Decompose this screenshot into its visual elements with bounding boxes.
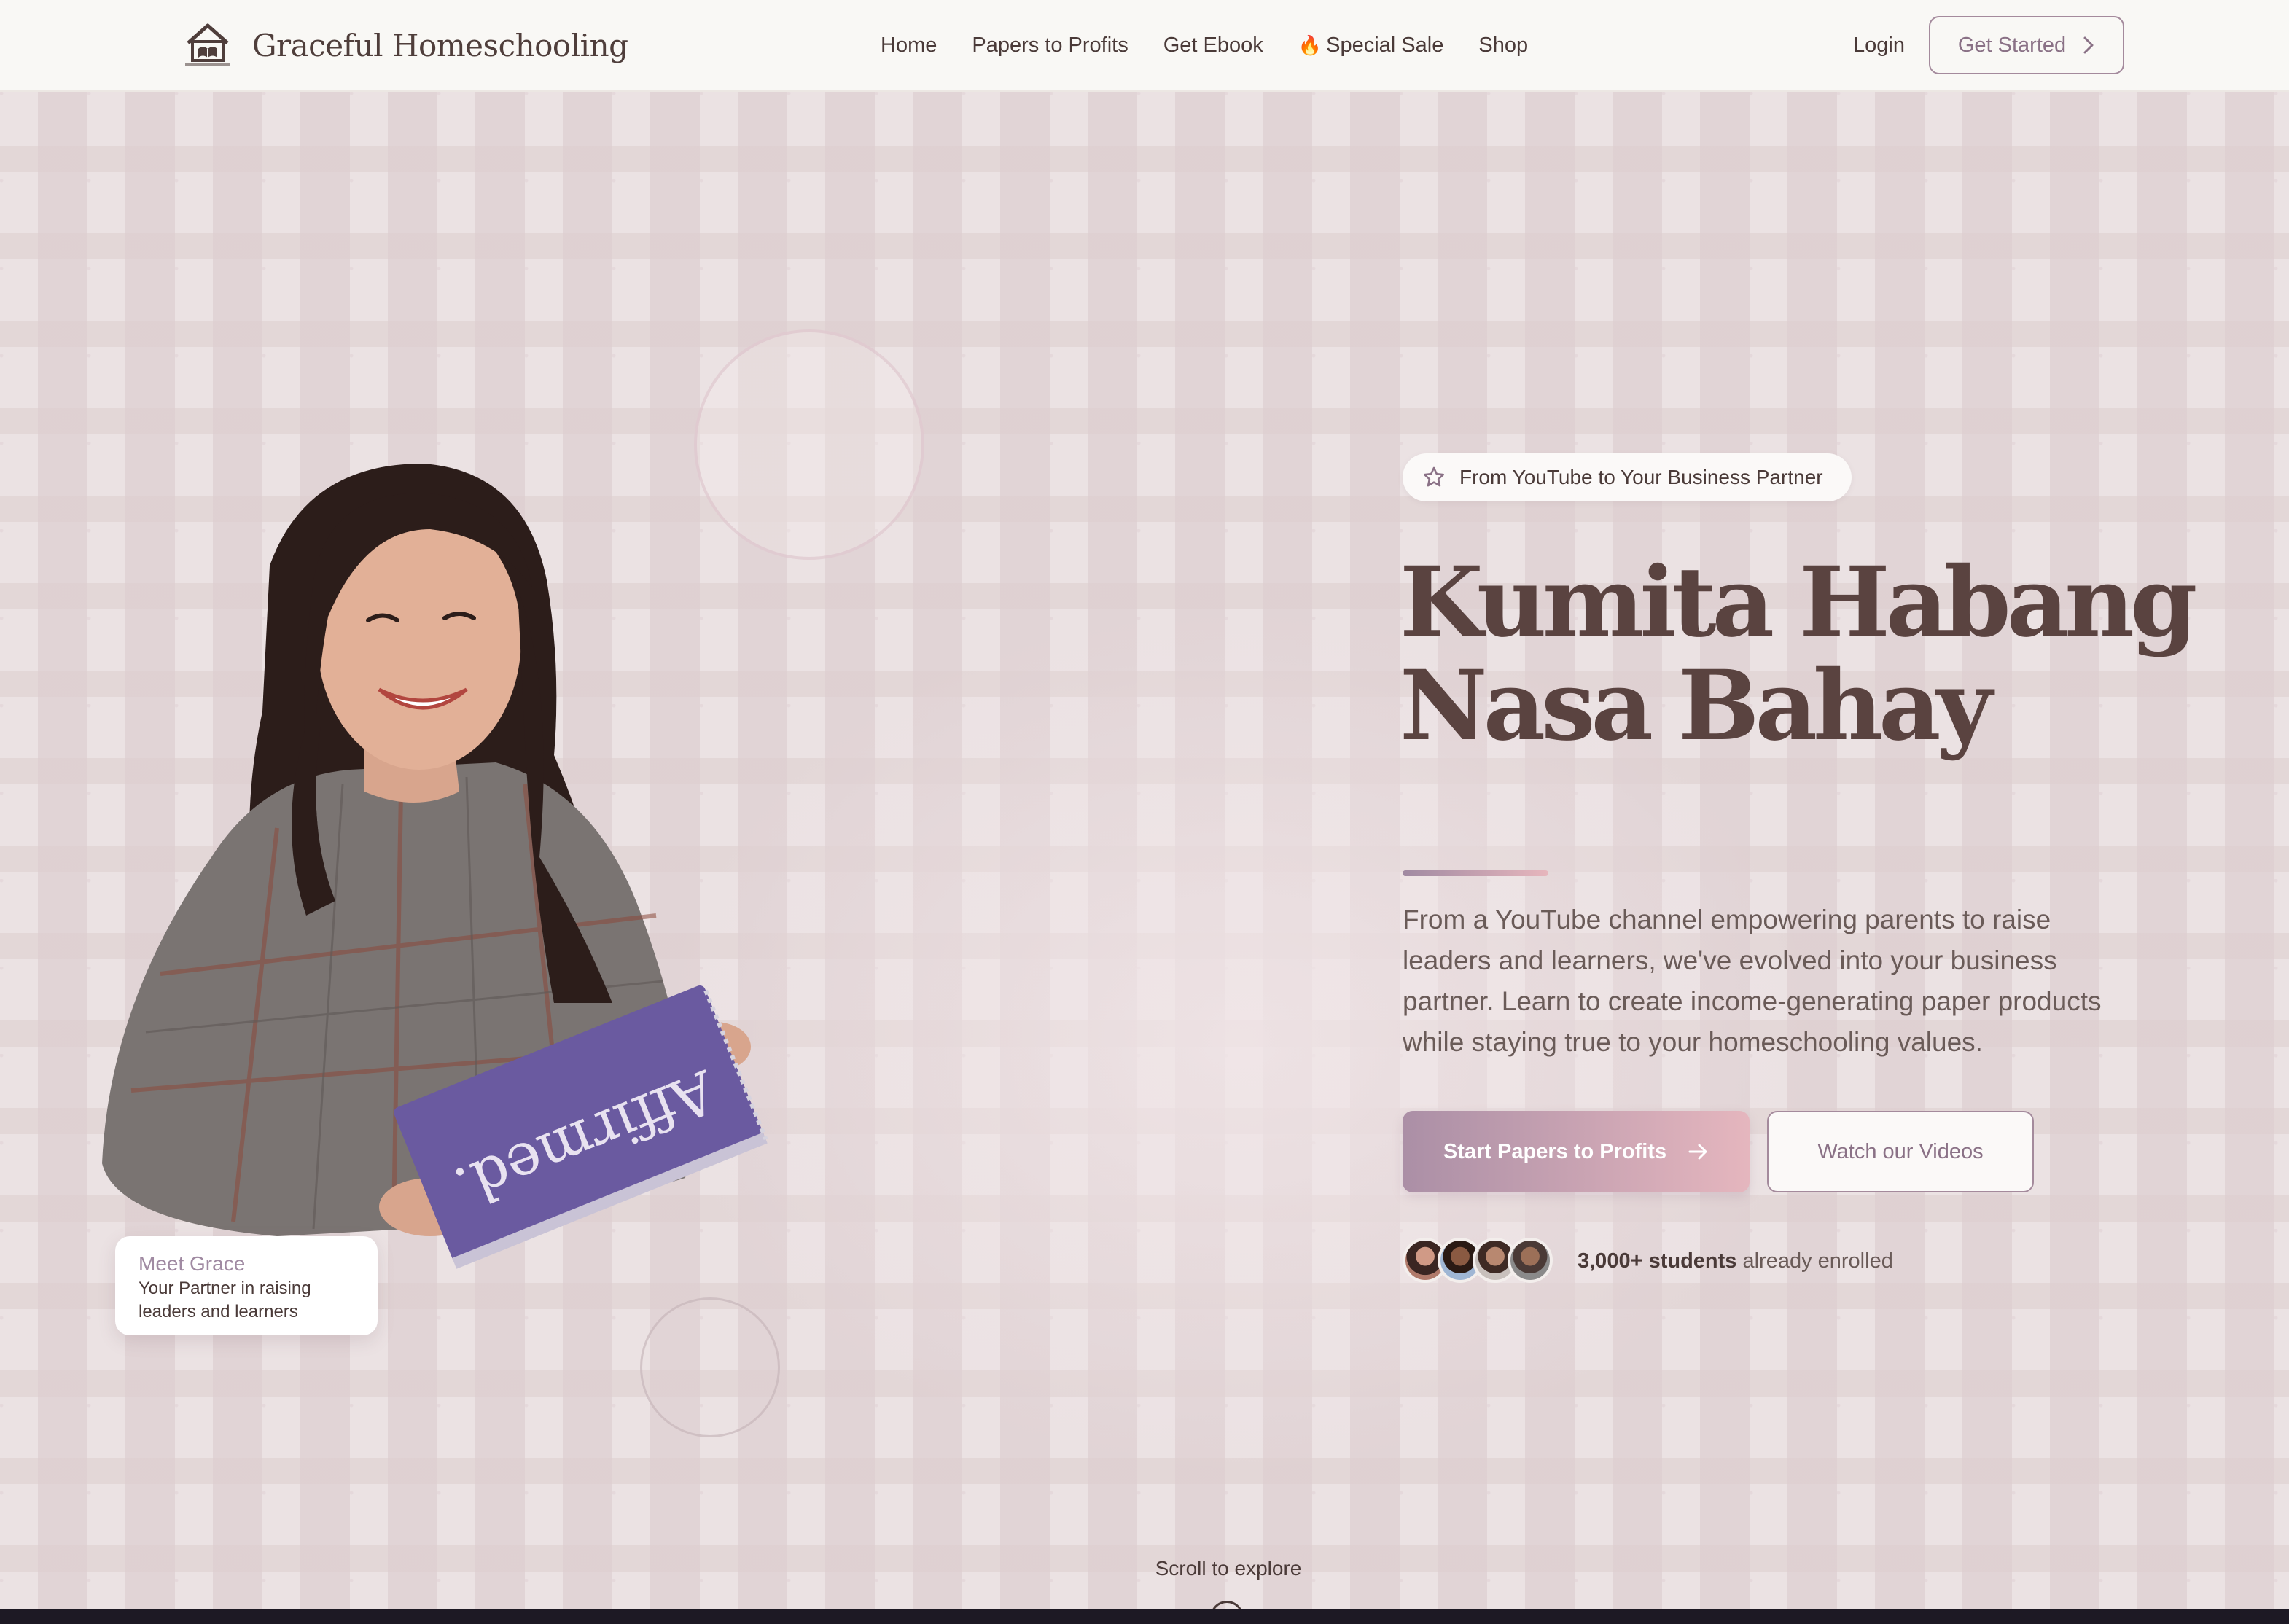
enrolled-number: 3,000+ students xyxy=(1578,1249,1737,1273)
meet-grace-card: Meet Grace Your Partner in raising leade… xyxy=(115,1236,378,1335)
hero-description: From a YouTube channel empowering parent… xyxy=(1403,905,2102,1057)
scroll-hint: Scroll to explore xyxy=(1155,1557,1302,1580)
enrolled-count: 3,000+ students already enrolled xyxy=(1578,1248,1893,1274)
star-icon xyxy=(1423,466,1445,487)
arrow-right-icon xyxy=(1688,1144,1707,1160)
brand-home-link[interactable]: Graceful Homeschooling xyxy=(182,19,628,71)
nav-item-special-sale-label: Special Sale xyxy=(1326,33,1444,57)
tagline-badge: From YouTube to Your Business Partner xyxy=(1403,453,1852,501)
hero-headline: Kumita Habang Nasa Bahay xyxy=(1400,551,2202,758)
login-link[interactable]: Login xyxy=(1853,26,1905,64)
house-logo-icon xyxy=(185,23,230,66)
top-navigation-bar: Graceful Homeschooling Home Papers to Pr… xyxy=(0,0,2289,92)
nav-item-papers-to-profits[interactable]: Papers to Profits xyxy=(972,34,1128,58)
get-started-button[interactable]: Get Started xyxy=(1929,16,2124,74)
nav-item-shop[interactable]: Shop xyxy=(1478,34,1528,58)
fire-icon: 🔥 xyxy=(1298,34,1322,56)
get-started-label: Get Started xyxy=(1957,33,2067,57)
nav-item-special-sale[interactable]: 🔥 Special Sale xyxy=(1298,34,1444,58)
headline-line-1: Kumita Habang xyxy=(1400,546,2197,659)
main-nav: Home Papers to Profits Get Ebook 🔥 Specia… xyxy=(881,26,1528,64)
headline-line-2: Nasa Bahay xyxy=(1400,649,1992,762)
brand-name: Graceful Homeschooling xyxy=(252,27,628,63)
primary-cta-label: Start Papers to Profits xyxy=(1443,1139,1667,1163)
meet-card-title: Meet Grace xyxy=(139,1252,246,1275)
nav-item-home[interactable]: Home xyxy=(881,34,937,58)
next-section-edge xyxy=(0,1609,2289,1624)
meet-card-subtitle: Your Partner in raising leaders and lear… xyxy=(139,1278,311,1322)
watch-videos-button[interactable]: Watch our Videos xyxy=(1767,1111,2034,1192)
enrolled-suffix: already enrolled xyxy=(1736,1249,1893,1273)
hero-section: Affirmed. Meet Grace Your Partner in rai… xyxy=(0,92,2289,1609)
secondary-cta-label: Watch our Videos xyxy=(1817,1139,1984,1163)
chevron-right-icon xyxy=(2083,36,2094,54)
start-papers-to-profits-button[interactable]: Start Papers to Profits xyxy=(1403,1111,1750,1192)
avatar xyxy=(1508,1238,1553,1283)
student-avatars xyxy=(1403,1238,1556,1284)
tagline-text: From YouTube to Your Business Partner xyxy=(1459,466,1823,488)
headline-accent-bar xyxy=(1403,870,1548,876)
nav-item-get-ebook[interactable]: Get Ebook xyxy=(1163,34,1263,58)
